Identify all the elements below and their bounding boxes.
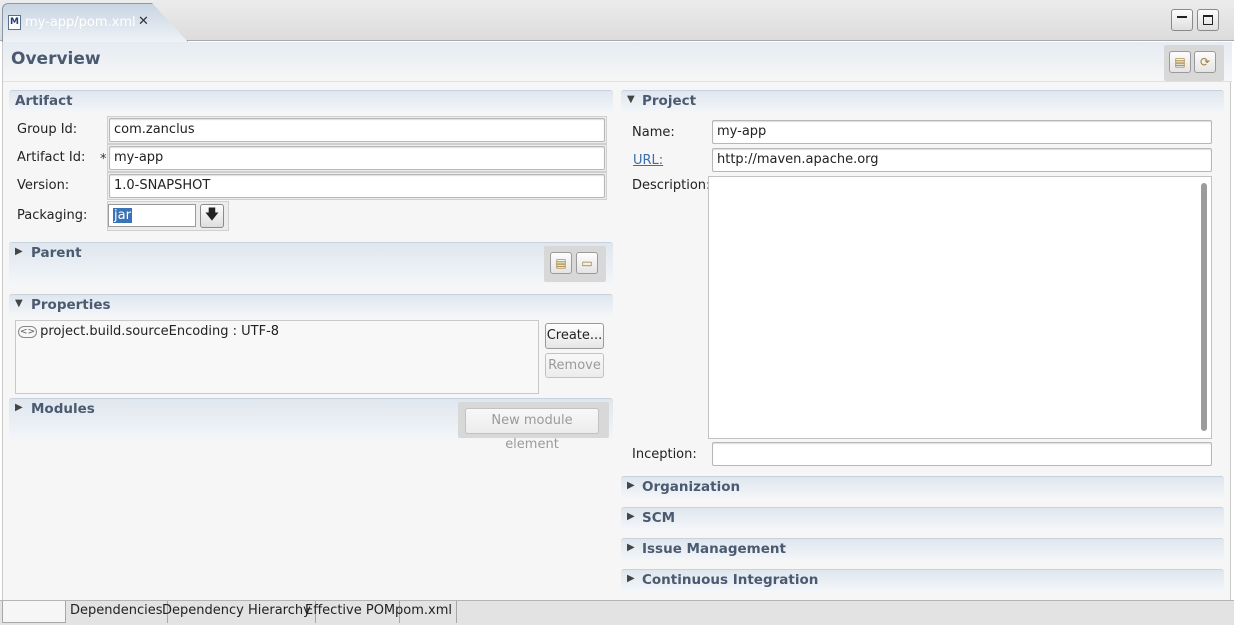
- url-field[interactable]: http://maven.apache.org: [712, 148, 1212, 172]
- parent-section-title: Parent: [31, 245, 82, 261]
- url-link[interactable]: URL:: [633, 153, 663, 168]
- parent-section-header[interactable]: ▶ Parent ▤ ▭: [9, 242, 613, 284]
- inception-field[interactable]: [712, 442, 1212, 466]
- chevron-down-icon: ▼: [15, 298, 23, 309]
- artifact-section-title: Artifact: [15, 93, 73, 109]
- issue-management-section-title: Issue Management: [642, 541, 786, 557]
- issue-management-section-header[interactable]: ▶ Issue Management: [621, 538, 1224, 560]
- overview-header: Overview ▤ ⟳: [3, 42, 1232, 82]
- required-marker: *: [100, 152, 107, 167]
- maximize-button[interactable]: [1197, 9, 1219, 31]
- project-section-title: Project: [642, 93, 697, 109]
- chevron-right-icon: ▶: [627, 480, 635, 491]
- maven-pom-icon: M: [8, 15, 21, 30]
- refresh-icon: ⟳: [1199, 55, 1211, 69]
- close-icon[interactable]: ✕: [138, 14, 149, 29]
- property-text: project.build.sourceEncoding : UTF-8: [40, 324, 280, 339]
- tab-overview[interactable]: [2, 601, 66, 623]
- description-field[interactable]: [708, 176, 1212, 439]
- folder-open-icon: ▭: [581, 256, 593, 270]
- maximize-icon: [1203, 15, 1213, 25]
- parent-toolbar: ▤ ▭: [544, 246, 606, 282]
- scm-section-title: SCM: [642, 510, 676, 526]
- remove-property-button[interactable]: Remove: [545, 353, 604, 378]
- scrollbar-thumb[interactable]: [1201, 183, 1207, 431]
- description-scrollbar[interactable]: [1199, 180, 1209, 436]
- version-field[interactable]: 1.0-SNAPSHOT: [109, 174, 605, 198]
- chevron-right-icon: ▶: [15, 246, 23, 257]
- arrow-down-icon: 🡇: [204, 207, 220, 223]
- refresh-button[interactable]: ⟳: [1194, 51, 1216, 73]
- new-module-element-button[interactable]: New module element: [465, 408, 599, 452]
- packaging-dropdown-button[interactable]: 🡇: [200, 204, 224, 228]
- tab-dependencies[interactable]: Dependencies: [66, 601, 168, 623]
- scm-section-header[interactable]: ▶ SCM: [621, 507, 1224, 529]
- artifact-id-field[interactable]: my-app: [109, 146, 605, 170]
- organization-section-header[interactable]: ▶ Organization: [621, 476, 1224, 498]
- continuous-integration-section-title: Continuous Integration: [642, 572, 819, 588]
- properties-list[interactable]: <> project.build.sourceEncoding : UTF-8: [15, 320, 539, 394]
- select-parent-button[interactable]: ▤: [550, 252, 572, 274]
- editor-tab-strip: M my-app/pom.xml ✕: [0, 0, 1234, 42]
- editor-page-tabs: Dependencies Dependency Hierarchy Effect…: [0, 600, 1234, 625]
- clipboard-icon: ▤: [1174, 55, 1186, 69]
- artifact-section-header: Artifact: [9, 90, 613, 112]
- artifact-id-label: Artifact Id:: [17, 150, 86, 165]
- group-id-label: Group Id:: [17, 122, 78, 137]
- chevron-right-icon: ▶: [627, 573, 635, 584]
- inception-label: Inception:: [632, 447, 697, 462]
- organization-section-title: Organization: [642, 479, 741, 495]
- editor-tab-title: my-app/pom.xml: [25, 15, 136, 30]
- continuous-integration-section-header[interactable]: ▶ Continuous Integration: [621, 569, 1224, 591]
- editor-tab-pom[interactable]: M my-app/pom.xml ✕: [2, 3, 188, 42]
- chevron-down-icon: ▼: [627, 94, 635, 105]
- page-title: Overview: [11, 49, 101, 69]
- version-label: Version:: [17, 178, 70, 193]
- chevron-right-icon: ▶: [627, 542, 635, 553]
- tab-pom-xml[interactable]: pom.xml: [391, 601, 457, 623]
- clipboard-icon: ▤: [555, 256, 567, 270]
- description-label: Description:: [632, 178, 711, 193]
- properties-section-header[interactable]: ▼ Properties: [9, 294, 613, 316]
- name-field[interactable]: my-app: [712, 120, 1212, 144]
- property-icon: <>: [18, 326, 38, 338]
- group-id-field[interactable]: com.zanclus: [109, 118, 605, 142]
- project-section-header[interactable]: ▼ Project: [621, 90, 1224, 112]
- chevron-right-icon: ▶: [15, 402, 23, 413]
- modules-section-title: Modules: [31, 401, 95, 417]
- name-label: Name:: [632, 125, 675, 140]
- packaging-combo[interactable]: jar: [108, 204, 196, 227]
- packaging-label: Packaging:: [17, 208, 88, 223]
- open-parent-button[interactable]: ▭: [576, 252, 598, 274]
- minimize-button[interactable]: [1171, 9, 1193, 31]
- header-toolbar: ▤ ⟳: [1164, 45, 1224, 81]
- properties-section-title: Properties: [31, 297, 111, 313]
- create-property-button[interactable]: Create...: [545, 323, 604, 349]
- packaging-value: jar: [113, 208, 132, 223]
- show-advanced-button[interactable]: ▤: [1169, 51, 1191, 73]
- tab-dependency-hierarchy[interactable]: Dependency Hierarchy: [158, 601, 316, 623]
- chevron-right-icon: ▶: [627, 511, 635, 522]
- list-item[interactable]: <> project.build.sourceEncoding : UTF-8: [18, 324, 279, 339]
- tab-effective-pom[interactable]: Effective POM: [301, 601, 401, 623]
- minimize-icon: [1177, 16, 1187, 18]
